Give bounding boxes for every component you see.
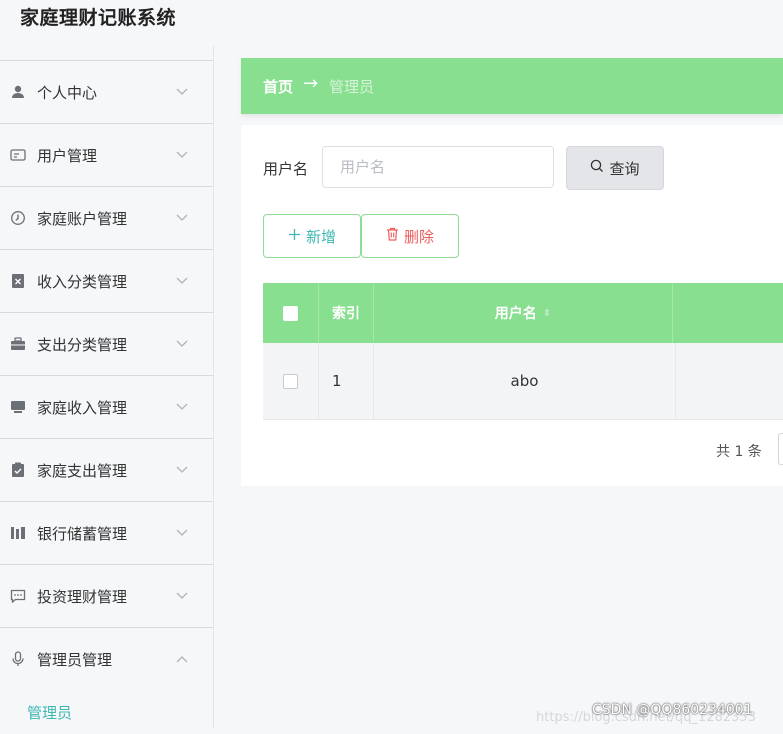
page-size-select[interactable] — [778, 433, 783, 465]
sidebar-item-label: 收入分类管理 — [37, 272, 128, 291]
monitor-icon — [10, 399, 26, 415]
cell-index: 1 — [319, 343, 374, 419]
sidebar-item-label: 家庭收入管理 — [37, 398, 128, 417]
chevron-down-icon — [175, 274, 189, 288]
sidebar-item-label: 投资理财管理 — [37, 587, 128, 606]
sidebar-subitem-admin[interactable]: 管理员 — [0, 694, 212, 734]
sidebar-item-label: 家庭支出管理 — [37, 461, 128, 480]
content-panel: 用户名 查询 新增 删除 索引 用户名 ⬍ — [241, 125, 783, 486]
chevron-down-icon — [175, 463, 189, 477]
chevron-down-icon — [175, 526, 189, 540]
cell-extra — [676, 343, 783, 419]
chevron-up-icon — [175, 652, 189, 666]
breadcrumb: 首页 → 管理员 — [241, 58, 783, 114]
sidebar-item-family-account[interactable]: 家庭账户管理 — [0, 186, 213, 249]
briefcase-icon — [10, 336, 26, 352]
select-all-cell — [263, 283, 319, 343]
username-search-input[interactable] — [322, 146, 554, 188]
sidebar-item-label: 支出分类管理 — [37, 335, 128, 354]
row-checkbox[interactable] — [283, 373, 298, 389]
sidebar-item-admin-management[interactable]: 管理员管理 — [0, 627, 213, 690]
chevron-down-icon — [175, 211, 189, 225]
delete-doc-icon — [10, 273, 26, 289]
bank-icon — [10, 525, 26, 541]
pagination-total: 共 1 条 — [716, 444, 762, 460]
table-header: 索引 用户名 ⬍ — [263, 283, 783, 343]
chevron-down-icon — [175, 589, 189, 603]
sidebar-item-label: 管理员管理 — [37, 650, 113, 669]
chevron-down-icon — [175, 85, 189, 99]
sidebar-subitem-label: 管理员 — [27, 704, 73, 722]
watermark: CSDN @QQ860234001 — [592, 702, 753, 718]
breadcrumb-home-link[interactable]: 首页 — [263, 76, 293, 97]
sidebar-item-label: 家庭账户管理 — [37, 209, 128, 228]
user-icon — [10, 84, 26, 100]
sidebar: 个人中心 用户管理 家庭账户管理 收入分类管理 支出分类管理 家庭收入管理 家庭… — [0, 46, 214, 729]
cell-username: abo — [374, 343, 676, 419]
sidebar-item-family-income[interactable]: 家庭收入管理 — [0, 375, 213, 438]
search-label: 用户名 — [263, 160, 309, 178]
delete-button-label: 删除 — [403, 227, 434, 246]
chevron-down-icon — [175, 148, 189, 162]
row-select-cell — [263, 343, 319, 419]
sidebar-item-user-management[interactable]: 用户管理 — [0, 123, 213, 186]
sidebar-item-label: 银行储蓄管理 — [37, 524, 128, 543]
trash-icon — [386, 227, 399, 245]
id-card-icon — [10, 147, 26, 163]
column-header-index: 索引 — [319, 283, 374, 343]
chat-icon — [10, 588, 26, 604]
select-all-checkbox[interactable] — [283, 305, 298, 321]
chevron-down-icon — [175, 337, 189, 351]
sidebar-item-investment[interactable]: 投资理财管理 — [0, 564, 213, 627]
chevron-down-icon — [175, 400, 189, 414]
add-button[interactable]: 新增 — [263, 214, 361, 258]
clock-icon — [10, 210, 26, 226]
app-title: 家庭理财记账系统 — [20, 7, 177, 29]
sidebar-item-label: 个人中心 — [37, 83, 98, 102]
sidebar-item-expense-category[interactable]: 支出分类管理 — [0, 312, 213, 375]
microphone-icon — [10, 651, 26, 667]
column-header-extra — [673, 283, 783, 343]
column-header-label: 用户名 — [494, 306, 537, 322]
sidebar-item-income-category[interactable]: 收入分类管理 — [0, 249, 213, 312]
table-row[interactable]: 1 abo — [263, 343, 783, 420]
add-button-label: 新增 — [305, 227, 336, 246]
sidebar-item-bank-savings[interactable]: 银行储蓄管理 — [0, 501, 213, 564]
plus-icon — [288, 227, 301, 245]
search-icon — [590, 159, 604, 177]
column-header-username[interactable]: 用户名 ⬍ — [374, 283, 673, 343]
breadcrumb-separator: → — [303, 73, 319, 94]
sidebar-item-personal-center[interactable]: 个人中心 — [0, 60, 213, 123]
delete-button[interactable]: 删除 — [361, 214, 459, 258]
breadcrumb-current: 管理员 — [329, 78, 375, 96]
checklist-icon — [10, 462, 26, 478]
sidebar-item-label: 用户管理 — [37, 146, 98, 165]
sidebar-item-family-expense[interactable]: 家庭支出管理 — [0, 438, 213, 501]
admin-table: 索引 用户名 ⬍ 1 abo — [263, 283, 783, 420]
query-button[interactable]: 查询 — [566, 146, 664, 190]
sort-icon[interactable]: ⬍ — [543, 308, 551, 319]
query-button-label: 查询 — [609, 159, 640, 178]
